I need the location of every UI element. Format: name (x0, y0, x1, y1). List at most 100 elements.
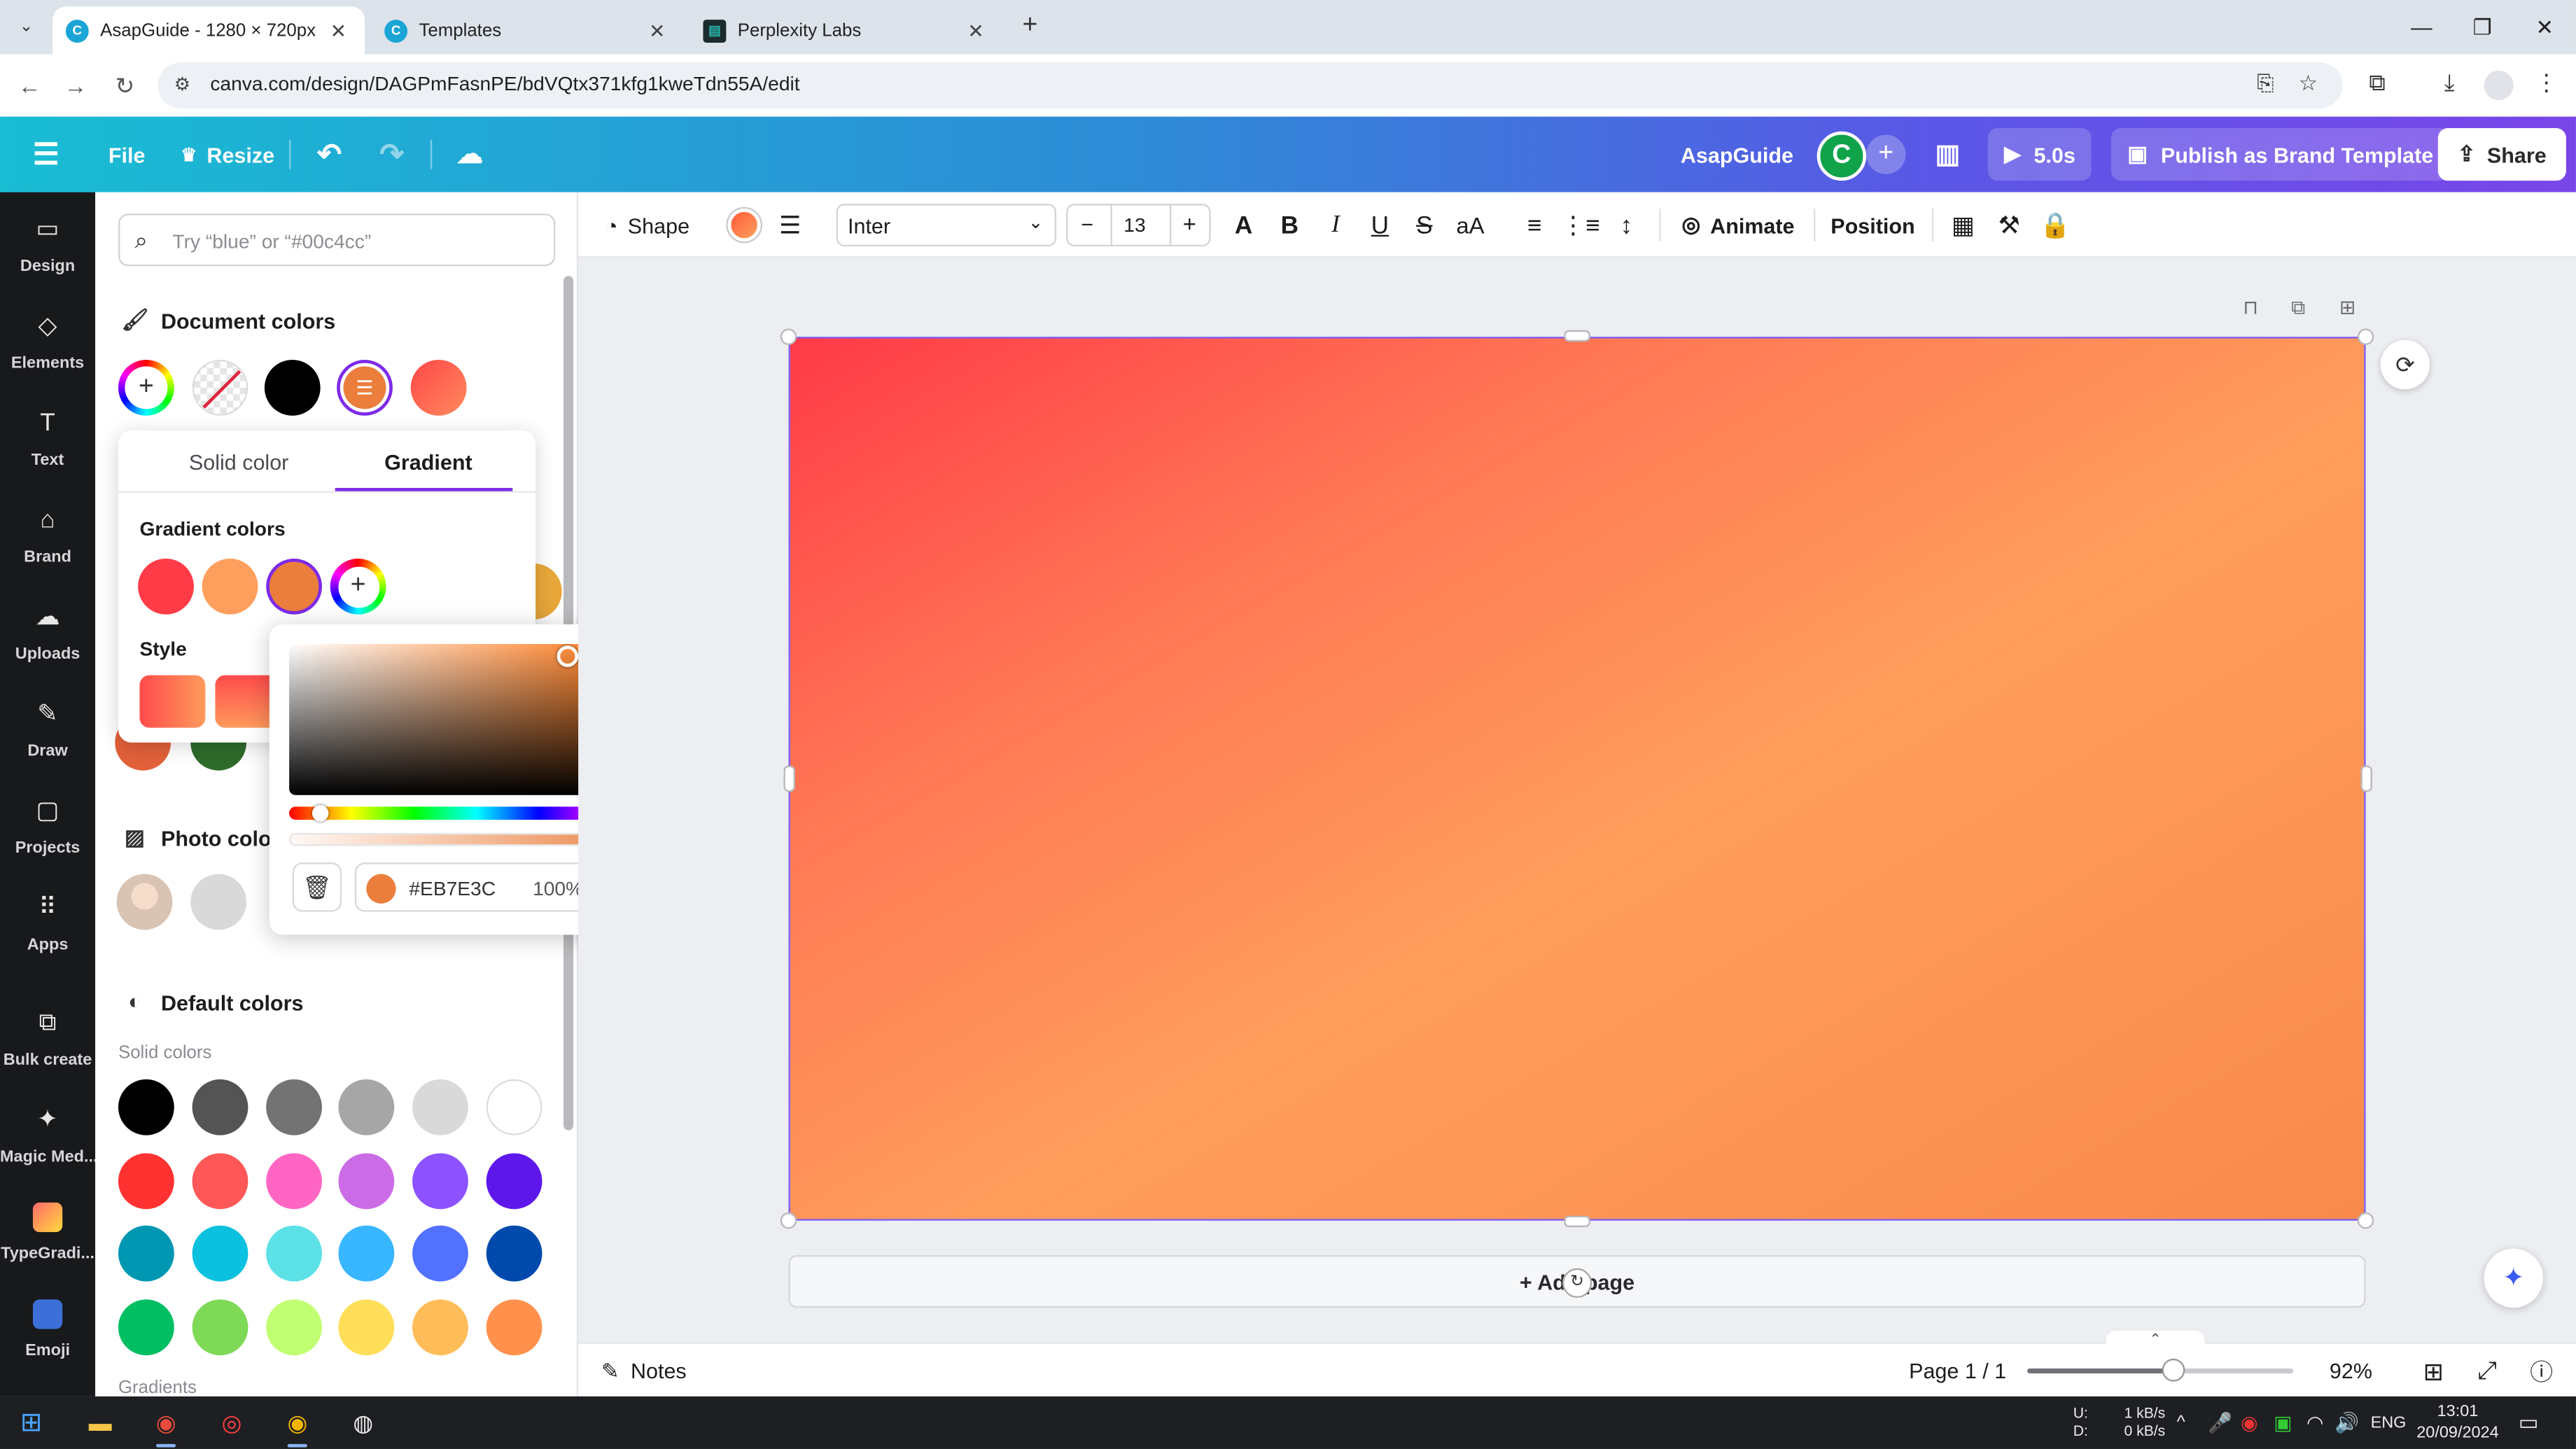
gradient-stop-2[interactable] (202, 558, 258, 615)
extensions-icon[interactable]: ⧉ (2360, 69, 2393, 102)
default-color-swatch[interactable] (265, 1079, 322, 1135)
bullet-list-icon[interactable]: ⋮≡ (1561, 192, 1600, 258)
reload-icon[interactable]: ↻ (108, 69, 141, 102)
rail-item-typegradient[interactable]: TypeGradi... (0, 1202, 95, 1288)
align-center-icon[interactable]: ≡ (1516, 192, 1553, 258)
close-tab-icon[interactable]: ✕ (326, 19, 352, 42)
color-search-input[interactable]: ⌕ Try “blue” or “#00c4cc” (118, 214, 556, 267)
back-arrow-icon[interactable]: ← (13, 69, 46, 102)
animate-button[interactable]: ◎ Animate (1676, 192, 1800, 258)
app-tray-icon[interactable]: ▣ (2274, 1396, 2292, 1449)
decrease-size-button[interactable]: − (1081, 212, 1093, 237)
page-indicator[interactable]: Page 1 / 1 (1909, 1344, 2006, 1398)
resize-handle-right[interactable] (2360, 765, 2372, 792)
default-color-swatch[interactable] (118, 1079, 174, 1135)
new-tab-button[interactable]: + (1015, 11, 1044, 41)
hue-knob[interactable] (312, 804, 329, 822)
copy-style-paint-roller-icon[interactable]: ⚒ (1991, 192, 2027, 258)
file-menu[interactable]: File (108, 117, 146, 192)
close-window-button[interactable]: ✕ (2514, 0, 2576, 54)
fullscreen-icon[interactable]: ⤢ (2477, 1344, 2497, 1398)
rail-item-elements[interactable]: ◇ Elements (0, 312, 95, 398)
regenerate-icon[interactable]: ⟳ (2380, 340, 2430, 390)
hex-input[interactable]: #EB7E3C 100% (354, 862, 598, 912)
text-color-icon[interactable]: A (1226, 192, 1262, 258)
chrome-icon[interactable]: ◉ (146, 1403, 186, 1448)
default-color-swatch[interactable] (486, 1152, 542, 1209)
default-color-swatch[interactable] (339, 1079, 396, 1135)
rail-item-projects[interactable]: ▢ Projects (0, 797, 95, 882)
browser-tab-perplexity[interactable]: ▤ Perplexity Labs ✕ (690, 6, 1002, 54)
rail-item-text[interactable]: T Text (0, 409, 95, 494)
main-menu-icon[interactable]: ☰ (33, 117, 59, 192)
clock[interactable]: 13:01 20/09/2024 (2415, 1396, 2500, 1449)
resize-handle-top-left[interactable] (780, 328, 797, 345)
resize-handle-left[interactable] (783, 765, 795, 792)
italic-icon[interactable]: I (1317, 192, 1354, 258)
font-family-select[interactable]: Inter ⌄ (836, 204, 1057, 247)
rail-item-uploads[interactable]: ☁ Uploads (0, 603, 95, 688)
resize-button[interactable]: ♛ Resize (181, 117, 274, 192)
rail-item-apps[interactable]: ⠿ Apps (0, 894, 95, 979)
add-page-icon[interactable]: ⊞ (2333, 295, 2362, 325)
design-title[interactable]: AsapGuide (1681, 117, 1793, 192)
close-tab-icon[interactable]: ✕ (644, 19, 671, 42)
recorder-icon[interactable]: ◎ (212, 1403, 251, 1442)
underline-icon[interactable]: U (1362, 192, 1399, 258)
document-color-black[interactable] (264, 359, 321, 416)
resize-handle-bottom-left[interactable] (780, 1212, 797, 1229)
tab-search-dropdown[interactable]: ⌄ (10, 10, 43, 43)
increase-size-button[interactable]: + (1183, 210, 1196, 237)
rail-item-magic-media[interactable]: ✦ Magic Med... (0, 1105, 98, 1191)
insights-chart-icon[interactable]: ▥ (1935, 117, 1960, 192)
volume-icon[interactable]: 🔊 (2334, 1396, 2359, 1449)
delete-stop-trash-icon[interactable]: 🗑 (292, 862, 342, 912)
gradient-stop-1[interactable] (138, 558, 194, 615)
resize-handle-bottom[interactable] (1564, 1215, 1590, 1228)
notes-button[interactable]: ✎ Notes (601, 1344, 687, 1398)
default-color-swatch[interactable] (192, 1225, 248, 1282)
redo-icon[interactable]: ↷ (379, 117, 404, 192)
default-color-swatch[interactable] (265, 1225, 322, 1282)
tray-chevron-icon[interactable]: ^ (2177, 1396, 2185, 1449)
default-color-swatch[interactable] (192, 1079, 248, 1135)
cloud-save-icon[interactable]: ☁ (456, 117, 483, 192)
strikethrough-icon[interactable]: S (1406, 192, 1443, 258)
notifications-icon[interactable]: ▭ (2519, 1396, 2539, 1449)
install-app-icon[interactable]: ⎘ (2250, 71, 2280, 100)
downloads-icon[interactable]: ⤓ (2433, 69, 2466, 102)
resize-handle-bottom-right[interactable] (2357, 1212, 2374, 1229)
forward-arrow-icon[interactable]: → (59, 69, 92, 102)
invite-plus-icon[interactable]: + (1866, 134, 1906, 174)
shape-button[interactable]: ◔ Shape (598, 192, 696, 258)
user-avatar[interactable]: C (1816, 131, 1867, 181)
default-color-swatch[interactable] (486, 1079, 542, 1135)
default-color-swatch[interactable] (192, 1298, 248, 1355)
chrome-profile-icon[interactable]: ◉ (278, 1403, 317, 1448)
position-button[interactable]: Position (1827, 192, 1919, 258)
design-page-gradient-rectangle[interactable] (788, 337, 2366, 1221)
add-color-button[interactable]: + (118, 359, 174, 416)
default-color-swatch[interactable] (486, 1298, 542, 1355)
profile-avatar[interactable] (2484, 70, 2514, 101)
site-info-icon[interactable]: ⚙ (174, 74, 197, 97)
lock-icon[interactable]: 🔒 (2037, 192, 2073, 258)
bookmark-star-icon[interactable]: ☆ (2293, 71, 2323, 100)
add-gradient-stop-button[interactable]: + (330, 558, 386, 615)
default-color-swatch[interactable] (412, 1298, 469, 1355)
selected-gradient-swatch[interactable]: ☰ (337, 359, 393, 416)
screen-capture-icon[interactable]: ◍ (344, 1403, 383, 1442)
letter-case-icon[interactable]: aA (1452, 192, 1489, 258)
browser-menu-icon[interactable]: ⋮ (2530, 69, 2563, 102)
default-color-swatch[interactable] (412, 1079, 469, 1135)
file-explorer-icon[interactable]: ▬ (80, 1403, 120, 1442)
transparency-icon[interactable]: ▦ (1945, 192, 1982, 258)
transparent-swatch[interactable] (192, 359, 248, 416)
microphone-icon[interactable]: 🎤 (2208, 1396, 2232, 1449)
photo-color-swatch[interactable] (190, 874, 247, 930)
resize-handle-top[interactable] (1564, 330, 1590, 342)
record-tray-icon[interactable]: ◉ (2241, 1396, 2258, 1449)
gradient-style-linear-horizontal[interactable] (139, 675, 206, 728)
line-spacing-icon[interactable]: ↕ (1609, 192, 1645, 258)
default-color-swatch[interactable] (118, 1225, 174, 1282)
